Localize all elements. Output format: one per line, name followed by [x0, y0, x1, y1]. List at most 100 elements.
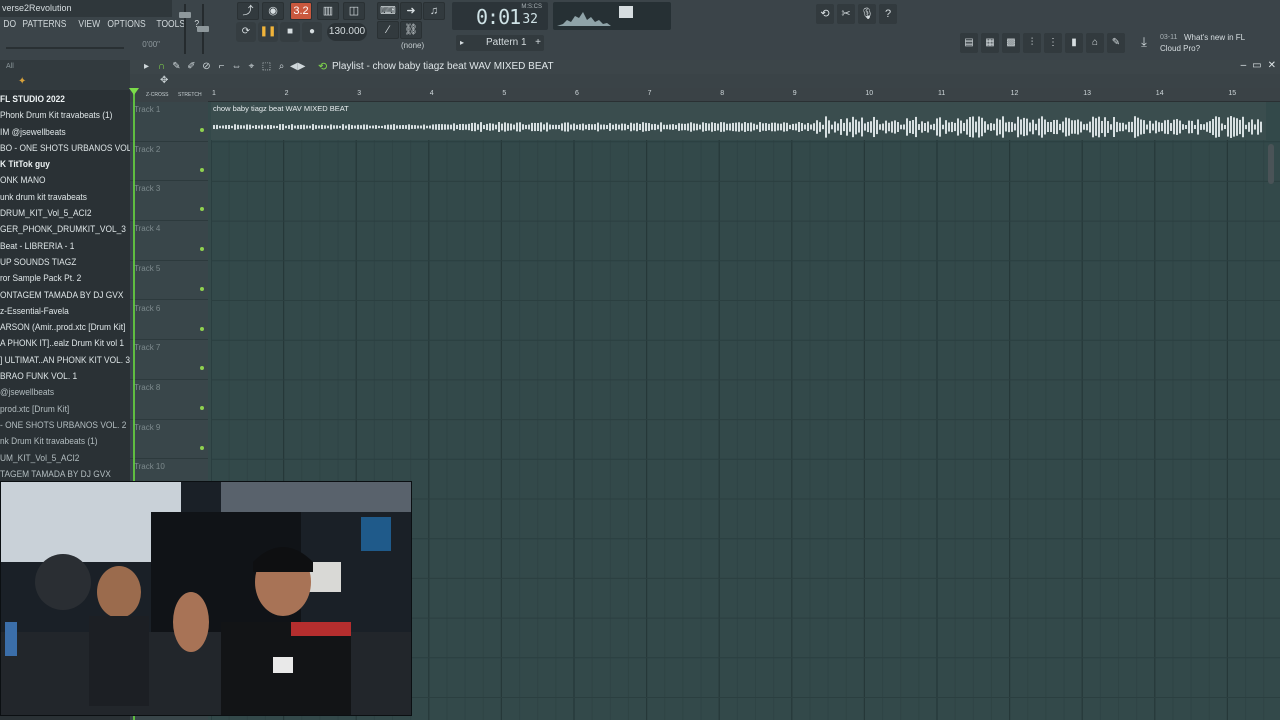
- arrow-icon[interactable]: ➜: [400, 2, 422, 20]
- track-enable-led[interactable]: [200, 405, 204, 410]
- record-button[interactable]: ●: [302, 22, 322, 42]
- vertical-scrollbar[interactable]: [1268, 144, 1274, 184]
- microphone-icon[interactable]: 🎙: [858, 4, 876, 24]
- typing-keyboard-icon[interactable]: ⌨: [377, 2, 399, 20]
- plugin-picker-icon[interactable]: ⋮: [1044, 33, 1062, 53]
- browser-item[interactable]: @jsewellbeats: [0, 385, 130, 401]
- brush-icon[interactable]: ✐: [185, 60, 198, 73]
- browser-item[interactable]: ] ULTIMAT..AN PHONK KIT VOL. 3: [0, 353, 130, 369]
- browser-item[interactable]: ror Sample Pack Pt. 2: [0, 271, 130, 287]
- browser-item[interactable]: prod.xtc [Drum Kit]: [0, 402, 130, 418]
- master-volume-slider[interactable]: [178, 2, 192, 56]
- expand-icon[interactable]: ✥: [160, 75, 168, 86]
- step-edit-icon[interactable]: ▥: [317, 2, 339, 20]
- browser-item[interactable]: IM @jsewellbeats: [0, 125, 130, 141]
- time-display[interactable]: 0:01 M:S:CS 32: [452, 2, 548, 30]
- browser-item[interactable]: ONTAGEM TAMADA BY DJ GVX: [0, 288, 130, 304]
- stop-button[interactable]: ■: [280, 22, 300, 42]
- track-header[interactable]: Track 9: [130, 420, 208, 460]
- browser-item[interactable]: UM_KIT_Vol_5_ACI2: [0, 451, 130, 467]
- browser-item[interactable]: unk drum kit travabeats: [0, 190, 130, 206]
- track-enable-led[interactable]: [200, 326, 204, 331]
- track-header[interactable]: Track 2: [130, 142, 208, 182]
- menu-options[interactable]: OPTIONS: [104, 17, 149, 33]
- playback-icon[interactable]: ◀▶: [290, 60, 305, 73]
- track-enable-led[interactable]: [200, 366, 204, 371]
- browser-item[interactable]: FL STUDIO 2022: [0, 92, 130, 108]
- mixer-icon[interactable]: ⫶: [1023, 33, 1041, 53]
- slip-icon[interactable]: ⇔: [230, 60, 243, 73]
- playhead-marker[interactable]: [129, 88, 139, 95]
- plugin-db-icon[interactable]: ⌂: [1086, 33, 1104, 53]
- track-enable-led[interactable]: [200, 286, 204, 291]
- maximize-icon[interactable]: ▭: [1252, 60, 1261, 71]
- blend-notes-icon[interactable]: ◫: [343, 2, 365, 20]
- track-header[interactable]: Track 6: [130, 301, 208, 341]
- track-enable-led[interactable]: [200, 167, 204, 172]
- browser-filter[interactable]: All: [6, 63, 14, 70]
- link-icon[interactable]: ∕: [377, 21, 399, 39]
- channel-rack-icon[interactable]: ▦: [981, 33, 999, 53]
- countdown-icon[interactable]: 3.2: [290, 2, 312, 20]
- loop-record-icon[interactable]: ◉: [262, 2, 284, 20]
- delete-icon[interactable]: ⊘: [200, 60, 213, 73]
- track-enable-led[interactable]: [200, 247, 204, 252]
- pencil-icon[interactable]: ✎: [170, 60, 183, 73]
- browser-item[interactable]: DRUM_KIT_Vol_5_ACI2: [0, 206, 130, 222]
- zoom-icon[interactable]: ⌕: [275, 60, 288, 73]
- song-mode-icon[interactable]: ⟳: [236, 22, 256, 42]
- cut-icon[interactable]: ✂: [837, 4, 855, 24]
- track-enable-led[interactable]: [200, 128, 204, 132]
- master-pitch-slider[interactable]: [196, 2, 210, 56]
- track-header[interactable]: Track 7: [130, 340, 208, 380]
- sample-icon[interactable]: ✎: [1107, 33, 1125, 53]
- star-icon[interactable]: ✦: [18, 76, 26, 87]
- timeline-ruler[interactable]: 1 2 3 4 5 6 7 8 9 10 11 12 13 14 15: [208, 88, 1280, 102]
- news-panel[interactable]: ⤓ 03-11 What's new in FL Cloud Pro?: [1134, 30, 1280, 58]
- browser-item[interactable]: K TitTok guy: [0, 157, 130, 173]
- pattern-mode-icon[interactable]: ⤴: [237, 2, 259, 20]
- menu-patterns[interactable]: PATTERNS: [19, 17, 70, 33]
- add-pattern-icon[interactable]: +: [535, 35, 541, 51]
- browser-item[interactable]: BRAO FUNK VOL. 1: [0, 369, 130, 385]
- track-header[interactable]: Track 5: [130, 261, 208, 301]
- browser-item[interactable]: GER_PHONK_DRUMKIT_VOL_3: [0, 222, 130, 238]
- track-header[interactable]: Track 8: [130, 380, 208, 420]
- pattern-selector[interactable]: ▸ Pattern 1 +: [456, 35, 544, 51]
- track-header[interactable]: Track 3: [130, 181, 208, 222]
- track-enable-led[interactable]: [200, 207, 204, 212]
- browser-item[interactable]: BO - ONE SHOTS URBANOS VOL. 2: [0, 141, 130, 157]
- track-enable-led[interactable]: [200, 445, 204, 450]
- mute-icon[interactable]: ⌐: [215, 60, 228, 73]
- midi-input-label[interactable]: (none): [401, 41, 424, 50]
- magnet-icon[interactable]: ∩: [155, 60, 168, 73]
- audio-clip[interactable]: chow baby tiagz beat WAV MIXED BEAT: [211, 102, 1266, 140]
- browser-item[interactable]: Beat - LIBRERIA - 1: [0, 239, 130, 255]
- browser-item[interactable]: Phonk Drum Kit travabeats (1): [0, 108, 130, 124]
- menu-arrow-icon[interactable]: ▸: [140, 60, 153, 73]
- chain-icon[interactable]: ⛓: [400, 21, 422, 39]
- tempo-display[interactable]: 130.000: [327, 23, 367, 41]
- menu-view[interactable]: VIEW: [75, 17, 104, 33]
- minimize-icon[interactable]: –: [1241, 60, 1247, 71]
- browser-icon[interactable]: ▮: [1065, 33, 1083, 53]
- track-header[interactable]: Track 4: [130, 221, 208, 261]
- undo-icon[interactable]: ⟲: [816, 4, 834, 24]
- pause-button[interactable]: ❚❚: [258, 22, 278, 42]
- browser-item[interactable]: - ONE SHOTS URBANOS VOL. 2: [0, 418, 130, 434]
- browser-item[interactable]: nk Drum Kit travabeats (1): [0, 434, 130, 450]
- piano-roll-icon[interactable]: ▩: [1002, 33, 1020, 53]
- browser-item[interactable]: ARSON (Amir..prod.xtc [Drum Kit]: [0, 320, 130, 336]
- select-icon[interactable]: ⬚: [260, 60, 273, 73]
- track-header[interactable]: Track 1: [130, 102, 208, 142]
- metronome-icon[interactable]: ♫: [423, 2, 445, 20]
- menu-file[interactable]: DO: [0, 17, 20, 33]
- hint-slider[interactable]: 0'00": [4, 34, 174, 54]
- browser-item[interactable]: A PHONK IT]..ealz Drum Kit vol 1: [0, 336, 130, 352]
- slice-icon[interactable]: ⌖: [245, 60, 258, 73]
- browser-item[interactable]: ONK MANO: [0, 173, 130, 189]
- help-icon[interactable]: ?: [879, 4, 897, 24]
- playlist-view-icon[interactable]: ▤: [960, 33, 978, 53]
- browser-item[interactable]: z-Essential-Favela: [0, 304, 130, 320]
- close-icon[interactable]: ✕: [1268, 60, 1276, 71]
